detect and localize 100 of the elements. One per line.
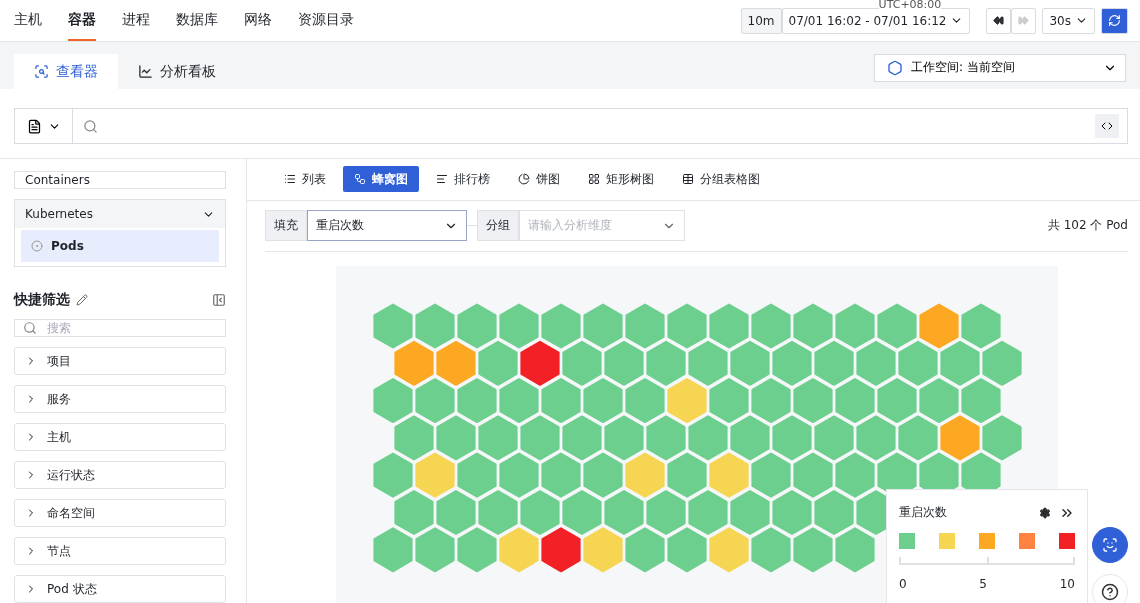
pod-hexagon[interactable]	[961, 303, 1001, 349]
pod-hexagon[interactable]	[625, 527, 665, 573]
pod-hexagon[interactable]	[667, 527, 707, 573]
pod-hexagon[interactable]	[625, 303, 665, 349]
pod-hexagon[interactable]	[688, 340, 728, 386]
pod-hexagon[interactable]	[982, 415, 1022, 461]
pod-hexagon[interactable]	[646, 340, 686, 386]
pod-hexagon[interactable]	[562, 490, 602, 535]
pod-hexagon[interactable]	[751, 303, 791, 349]
interval-dropdown[interactable]: 30s	[1042, 7, 1095, 34]
pod-hexagon[interactable]	[877, 303, 917, 349]
pod-hexagon[interactable]	[520, 490, 560, 535]
pod-hexagon[interactable]	[457, 378, 497, 424]
pod-hexagon[interactable]	[583, 303, 623, 349]
pod-hexagon[interactable]	[772, 415, 812, 461]
source-item[interactable]: Containers	[14, 171, 226, 189]
filter-group[interactable]: 项目	[14, 347, 226, 375]
pod-hexagon[interactable]	[835, 303, 875, 349]
collapse-panel-icon[interactable]	[212, 293, 226, 307]
pod-hexagon[interactable]	[478, 490, 518, 535]
pod-hexagon[interactable]	[541, 378, 581, 424]
pod-hexagon[interactable]	[373, 303, 413, 349]
pod-hexagon[interactable]	[457, 452, 497, 498]
pod-hexagon[interactable]	[730, 340, 770, 386]
code-button[interactable]	[1095, 114, 1119, 138]
pod-hexagon[interactable]	[772, 340, 812, 386]
pod-hexagon[interactable]	[478, 415, 518, 461]
chart-type-tab[interactable]: 矩形树图	[577, 166, 665, 193]
screenshot-button[interactable]	[1092, 527, 1128, 563]
pod-hexagon[interactable]	[772, 490, 812, 535]
pod-hexagon[interactable]	[415, 527, 455, 573]
pod-hexagon[interactable]	[814, 340, 854, 386]
pod-hexagon[interactable]	[499, 452, 539, 498]
pod-hexagon[interactable]	[583, 452, 623, 498]
pod-hexagon[interactable]	[793, 452, 833, 498]
pod-hexagon[interactable]	[730, 490, 770, 535]
pod-hexagon[interactable]	[646, 490, 686, 535]
pod-hexagon[interactable]	[940, 340, 980, 386]
filter-group[interactable]: 服务	[14, 385, 226, 413]
filter-group[interactable]: 节点	[14, 537, 226, 565]
pod-hexagon[interactable]	[940, 415, 980, 461]
pod-hexagon[interactable]	[394, 490, 434, 535]
pod-hexagon[interactable]	[373, 452, 413, 498]
pod-hexagon[interactable]	[667, 303, 707, 349]
pod-hexagon[interactable]	[394, 340, 434, 386]
pod-hexagon[interactable]	[394, 415, 434, 461]
pod-hexagon[interactable]	[835, 452, 875, 498]
settings-icon[interactable]	[1039, 506, 1051, 519]
help-button[interactable]	[1092, 574, 1128, 603]
time-range-dropdown[interactable]: 07/01 16:02 - 07/01 16:12	[781, 7, 971, 34]
pod-hexagon[interactable]	[436, 490, 476, 535]
pod-hexagon[interactable]	[982, 340, 1022, 386]
pod-hexagon[interactable]	[856, 340, 896, 386]
pod-hexagon[interactable]	[793, 527, 833, 573]
pod-hexagon[interactable]	[751, 378, 791, 424]
chart-type-tab[interactable]: 蜂窝图	[343, 166, 419, 193]
pod-hexagon[interactable]	[604, 490, 644, 535]
pod-hexagon[interactable]	[604, 340, 644, 386]
pod-hexagon[interactable]	[793, 303, 833, 349]
pod-hexagon[interactable]	[583, 378, 623, 424]
fill-select[interactable]: 重启次数	[307, 210, 467, 242]
chart-type-tab[interactable]: 饼图	[507, 166, 571, 193]
pod-hexagon[interactable]	[373, 378, 413, 424]
pod-hexagon[interactable]	[793, 378, 833, 424]
pod-hexagon[interactable]	[499, 303, 539, 349]
pod-hexagon[interactable]	[415, 303, 455, 349]
pod-hexagon[interactable]	[751, 452, 791, 498]
workspace-select[interactable]: 工作空间: 当前空间	[874, 53, 1126, 82]
chart-type-tab[interactable]: 分组表格图	[671, 166, 771, 193]
pod-hexagon[interactable]	[562, 415, 602, 461]
view-tab[interactable]: 分析看板	[118, 54, 236, 89]
pod-hexagon[interactable]	[520, 415, 560, 461]
nav-tab[interactable]: 进程	[122, 0, 150, 41]
nav-tab[interactable]: 网络	[244, 0, 272, 41]
pod-hexagon[interactable]	[835, 527, 875, 573]
pod-hexagon[interactable]	[604, 415, 644, 461]
pod-hexagon[interactable]	[436, 340, 476, 386]
refresh-button[interactable]	[1101, 7, 1128, 34]
pod-hexagon[interactable]	[898, 415, 938, 461]
pencil-icon[interactable]	[76, 294, 88, 306]
resource-item[interactable]: Pods	[21, 230, 219, 262]
filter-group[interactable]: 命名空间	[14, 499, 226, 527]
filter-group[interactable]: 运行状态	[14, 461, 226, 489]
pod-hexagon[interactable]	[436, 415, 476, 461]
filter-group[interactable]: 主机	[14, 423, 226, 451]
pod-hexagon[interactable]	[877, 378, 917, 424]
pod-hexagon[interactable]	[919, 378, 959, 424]
pod-hexagon[interactable]	[814, 415, 854, 461]
rewind-button[interactable]	[986, 7, 1012, 34]
pod-hexagon[interactable]	[499, 378, 539, 424]
quick-range-button[interactable]: 10m	[740, 7, 782, 34]
pod-hexagon[interactable]	[373, 527, 413, 573]
filter-group[interactable]: Pod 状态	[14, 575, 226, 603]
pod-hexagon[interactable]	[415, 378, 455, 424]
nav-tab[interactable]: 主机	[14, 0, 42, 41]
pod-hexagon[interactable]	[709, 378, 749, 424]
nav-tab[interactable]: 数据库	[176, 0, 218, 41]
pod-hexagon[interactable]	[457, 527, 497, 573]
pod-hexagon[interactable]	[751, 527, 791, 573]
pod-hexagon[interactable]	[478, 340, 518, 386]
